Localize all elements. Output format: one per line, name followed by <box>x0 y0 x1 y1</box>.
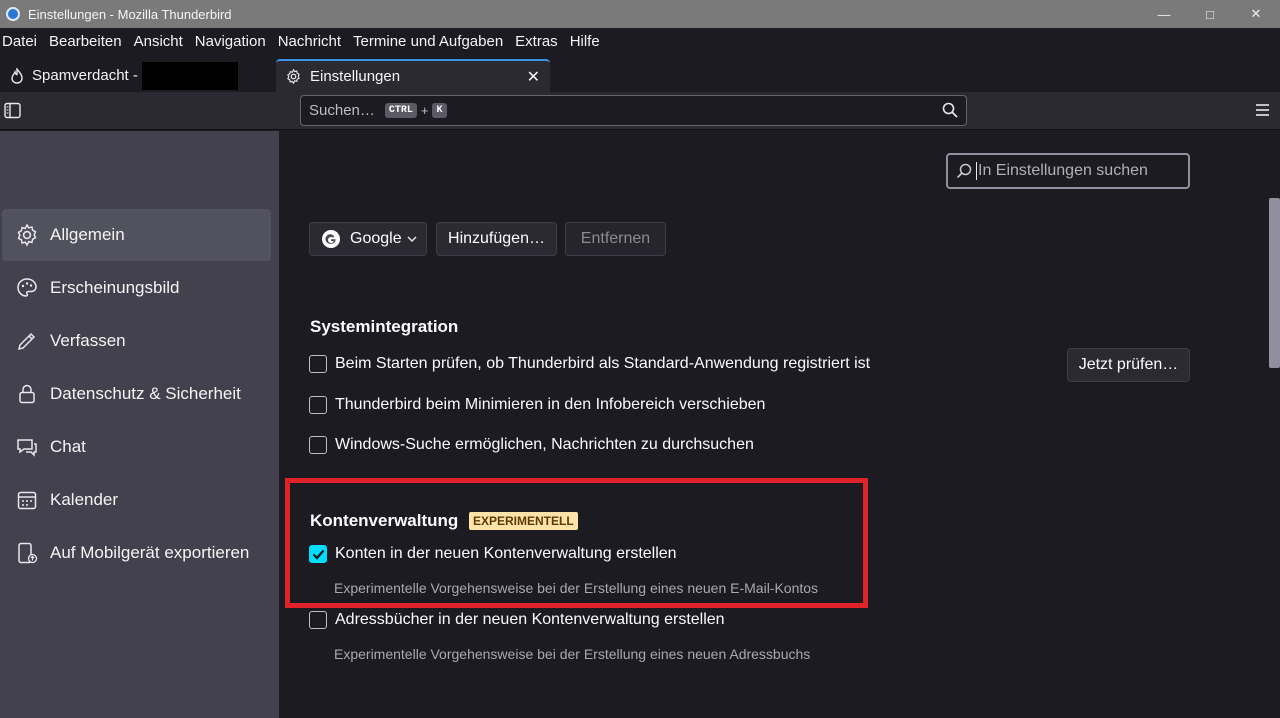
minimize-tray-checkbox[interactable] <box>309 396 327 414</box>
tab-settings[interactable]: Einstellungen ✕ <box>276 59 550 92</box>
windows-search-checkbox[interactable] <box>309 436 327 454</box>
find-in-settings-input[interactable]: In Einstellungen suchen <box>946 153 1190 189</box>
title-bar: Einstellungen - Mozilla Thunderbird — □ … <box>0 0 1280 28</box>
unified-toolbar: Suchen… CTRL + K <box>0 92 1280 130</box>
text-cursor <box>976 162 977 180</box>
thunderbird-logo-icon <box>6 7 20 21</box>
menu-ansicht[interactable]: Ansicht <box>128 33 189 50</box>
sidebar-item-label: Kalender <box>50 490 119 509</box>
global-search-input[interactable]: Suchen… CTRL + K <box>300 95 967 126</box>
check-now-button[interactable]: Jetzt prüfen… <box>1067 348 1190 382</box>
tab-bar: Spamverdacht - Einstellungen ✕ <box>0 55 1280 92</box>
tab-spam[interactable]: Spamverdacht - <box>0 59 270 92</box>
remove-search-engine-button[interactable]: Entfernen <box>565 222 666 256</box>
highlight-box <box>285 478 868 608</box>
settings-sidebar: Allgemein Erscheinungsbild Verfassen Dat… <box>0 131 279 718</box>
add-search-engine-button[interactable]: Hinzufügen… <box>436 222 557 256</box>
gear-icon <box>14 222 40 248</box>
sidebar-item-chat[interactable]: Chat <box>2 421 271 473</box>
menu-datei[interactable]: Datei <box>0 33 43 50</box>
search-icon <box>956 163 972 179</box>
search-engine-select[interactable]: Google <box>309 222 427 256</box>
menu-nachricht[interactable]: Nachricht <box>272 33 347 50</box>
address-books-row[interactable]: Adressbücher in der neuen Kontenverwaltu… <box>309 611 725 629</box>
system-integration-heading: Systemintegration <box>310 317 459 336</box>
shortcut-ctrl: CTRL <box>384 103 417 118</box>
shortcut-plus: + <box>420 103 429 118</box>
menu-extras[interactable]: Extras <box>509 33 564 50</box>
address-books-checkbox[interactable] <box>309 611 327 629</box>
search-placeholder: Suchen… <box>309 102 375 119</box>
folder-pane-toggle-icon[interactable] <box>4 102 21 119</box>
sidebar-item-label: Datenschutz & Sicherheit <box>50 384 241 403</box>
sidebar-item-mobile-export[interactable]: Auf Mobilgerät exportieren <box>2 527 271 579</box>
sidebar-item-appearance[interactable]: Erscheinungsbild <box>2 262 271 314</box>
windows-search-row[interactable]: Windows-Suche ermöglichen, Nachrichten z… <box>309 436 754 454</box>
sidebar-item-label: Erscheinungsbild <box>50 278 180 297</box>
sidebar-item-general[interactable]: Allgemein <box>2 209 271 261</box>
sidebar-item-label: Chat <box>50 437 86 456</box>
sidebar-item-privacy[interactable]: Datenschutz & Sicherheit <box>2 368 271 420</box>
calendar-icon <box>14 487 40 513</box>
scrollbar-thumb[interactable] <box>1269 198 1280 368</box>
lock-icon <box>14 381 40 407</box>
hamburger-menu-icon[interactable] <box>1255 103 1270 117</box>
check-default-checkbox[interactable] <box>309 355 327 373</box>
tab-settings-label: Einstellungen <box>310 68 401 85</box>
google-icon <box>322 230 340 248</box>
check-default-label: Beim Starten prüfen, ob Thunderbird als … <box>335 355 871 372</box>
pencil-icon <box>14 328 40 354</box>
shortcut-k: K <box>432 103 447 118</box>
flame-icon <box>10 67 24 84</box>
close-window-button[interactable]: ✕ <box>1233 0 1279 28</box>
settings-content: In Einstellungen suchen Google Hinzufüge… <box>279 131 1268 718</box>
minimize-tray-row[interactable]: Thunderbird beim Minimieren in den Infob… <box>309 396 765 414</box>
maximize-button[interactable]: □ <box>1187 0 1233 28</box>
gear-icon <box>285 68 302 85</box>
minimize-button[interactable]: — <box>1141 0 1187 28</box>
chevron-down-icon <box>406 233 418 245</box>
mobile-export-icon <box>14 540 40 566</box>
window-title: Einstellungen - Mozilla Thunderbird <box>28 6 232 22</box>
redacted-block <box>141 61 238 90</box>
windows-search-label: Windows-Suche ermöglichen, Nachrichten z… <box>335 436 754 453</box>
address-books-label: Adressbücher in der neuen Kontenverwaltu… <box>335 611 725 628</box>
sidebar-item-label: Allgemein <box>50 225 125 244</box>
sidebar-item-calendar[interactable]: Kalender <box>2 474 271 526</box>
menu-termine[interactable]: Termine und Aufgaben <box>347 33 509 50</box>
sidebar-item-label: Auf Mobilgerät exportieren <box>50 543 250 562</box>
tab-spam-label: Spamverdacht - <box>32 67 138 84</box>
menu-bar: Datei Bearbeiten Ansicht Navigation Nach… <box>0 28 1280 55</box>
find-placeholder: In Einstellungen suchen <box>978 162 1148 179</box>
close-tab-icon[interactable]: ✕ <box>527 67 540 87</box>
check-default-row[interactable]: Beim Starten prüfen, ob Thunderbird als … <box>309 355 870 373</box>
search-engine-selected: Google <box>350 230 402 247</box>
chat-icon <box>14 434 40 460</box>
palette-icon <box>14 275 40 301</box>
menu-navigation[interactable]: Navigation <box>189 33 272 50</box>
sidebar-item-label: Verfassen <box>50 331 126 350</box>
address-books-description: Experimentelle Vorgehensweise bei der Er… <box>334 646 811 662</box>
menu-hilfe[interactable]: Hilfe <box>564 33 606 50</box>
minimize-tray-label: Thunderbird beim Minimieren in den Infob… <box>335 396 766 413</box>
search-icon[interactable] <box>942 102 958 118</box>
menu-bearbeiten[interactable]: Bearbeiten <box>43 33 128 50</box>
sidebar-item-compose[interactable]: Verfassen <box>2 315 271 367</box>
